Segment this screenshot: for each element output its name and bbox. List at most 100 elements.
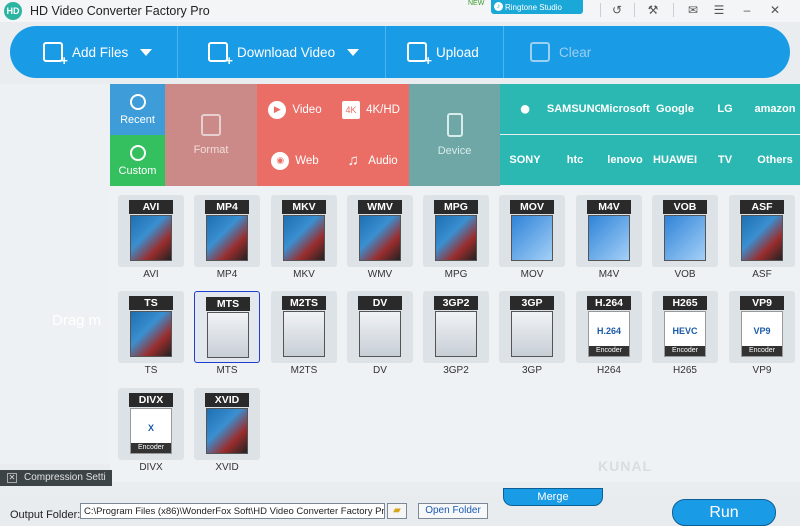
- compression-settings[interactable]: ✕ Compression Setti: [0, 470, 112, 486]
- chrome-icon: ◉: [271, 151, 290, 170]
- close-icon[interactable]: ✕: [766, 2, 784, 18]
- tab-recent[interactable]: Recent: [110, 84, 165, 135]
- format-thumbnail-icon: H.264 Encoder: [588, 311, 630, 357]
- merge-label: Merge: [537, 491, 569, 503]
- format-tile-avi[interactable]: AVI: [118, 195, 184, 267]
- format-tile-3gp[interactable]: 3GP: [499, 291, 565, 363]
- brand-lenovo[interactable]: lenovo: [600, 135, 650, 185]
- chevron-down-icon[interactable]: [140, 48, 153, 56]
- format-tile-3gp2[interactable]: 3GP2: [423, 291, 489, 363]
- format-tag: MKV: [282, 200, 326, 214]
- format-tag: H.264: [587, 296, 631, 310]
- ringtone-icon: ♪: [494, 2, 503, 11]
- play-icon: ▶: [268, 100, 287, 119]
- format-label: 3GP2: [443, 365, 469, 376]
- format-thumbnail-icon: [588, 215, 630, 261]
- brand-tv[interactable]: TV: [700, 135, 750, 185]
- tools-icon[interactable]: ⚒: [644, 2, 662, 18]
- format-tile-divx[interactable]: DIVX X Encoder: [118, 388, 184, 460]
- format-tile-mov[interactable]: MOV: [499, 195, 565, 267]
- divider: [634, 3, 635, 17]
- run-button[interactable]: Run: [672, 499, 776, 526]
- format-tile-xvid[interactable]: XVID: [194, 388, 260, 460]
- format-label: VP9: [752, 365, 772, 376]
- chevron-down-icon[interactable]: [347, 48, 360, 56]
- format-label: H265: [673, 365, 697, 376]
- open-folder-button[interactable]: Open Folder: [418, 503, 488, 519]
- format-thumbnail-icon: [206, 408, 248, 454]
- format-tile-vob[interactable]: VOB: [652, 195, 718, 267]
- format-tile-h265[interactable]: H265 HEVC Encoder: [652, 291, 718, 363]
- format-tile-asf[interactable]: ASF: [729, 195, 795, 267]
- brand-microsoft[interactable]: Microsoft: [600, 84, 650, 134]
- close-icon[interactable]: ✕: [7, 473, 17, 483]
- format-tag: DIVX: [129, 393, 173, 407]
- menu-icon[interactable]: ☰: [710, 2, 728, 18]
- format-tile-m4v[interactable]: M4V: [576, 195, 642, 267]
- format-label: 3GP: [521, 365, 542, 376]
- format-label: DIVX: [139, 462, 163, 473]
- format-tile-vp9[interactable]: VP9 VP9 Encoder: [729, 291, 795, 363]
- upload-button[interactable]: Upload: [407, 26, 479, 78]
- brand-label: Microsoft: [600, 103, 650, 115]
- download-video-button[interactable]: Download Video: [208, 26, 360, 78]
- format-tile-m2ts[interactable]: M2TS: [271, 291, 337, 363]
- tab-audio[interactable]: ♫ Audio: [333, 135, 409, 186]
- app-logo: HD: [4, 2, 22, 20]
- format-label: DV: [373, 365, 387, 376]
- format-thumbnail-icon: [664, 215, 706, 261]
- format-label: XVID: [215, 462, 239, 473]
- tab-custom-label: Custom: [118, 164, 157, 177]
- tab-4khd[interactable]: 4K 4K/HD: [333, 84, 409, 135]
- encoder-label: Encoder: [742, 346, 782, 356]
- output-folder-input[interactable]: [80, 503, 385, 519]
- merge-button[interactable]: Merge: [503, 488, 603, 506]
- format-thumbnail-icon: [435, 215, 477, 261]
- format-tile-ts[interactable]: TS: [118, 291, 184, 363]
- brand-label: SAMSUNG: [546, 103, 604, 115]
- format-tile-wmv[interactable]: WMV: [347, 195, 413, 267]
- format-tag: ASF: [740, 200, 784, 214]
- upload-icon: [407, 42, 432, 68]
- folder-icon: ▰: [393, 505, 401, 516]
- add-files-label: Add Files: [72, 44, 129, 60]
- format-tag: MOV: [510, 200, 554, 214]
- brand-lg[interactable]: LG: [700, 84, 750, 134]
- tab-web[interactable]: ◉ Web: [257, 135, 333, 186]
- format-tile-mkv[interactable]: MKV: [271, 195, 337, 267]
- brand-others[interactable]: Others: [750, 135, 800, 185]
- format-tag: MP4: [205, 200, 249, 214]
- brand-google[interactable]: Google: [650, 84, 700, 134]
- ringtone-studio-button[interactable]: ♪ Ringtone Studio: [491, 0, 583, 14]
- format-tile-dv[interactable]: DV: [347, 291, 413, 363]
- format-grid: AVI AVI MP4 MP4 MKV MKV WMV WMV MPG MPG MOV MOV M4V M…: [110, 186, 800, 482]
- add-files-button[interactable]: Add Files: [43, 26, 153, 78]
- format-tag: WMV: [358, 200, 402, 214]
- format-tile-mp4[interactable]: MP4: [194, 195, 260, 267]
- feedback-icon[interactable]: ✉: [684, 2, 702, 18]
- brand-sony[interactable]: SONY: [500, 135, 550, 185]
- clear-label: Clear: [559, 44, 592, 60]
- divider: [600, 3, 601, 17]
- format-tile-h264[interactable]: H.264 H.264 Encoder: [576, 291, 642, 363]
- divider: [385, 26, 386, 78]
- tab-device[interactable]: Device: [409, 84, 500, 186]
- format-tile-mts[interactable]: MTS: [194, 291, 260, 363]
- tab-custom[interactable]: Custom: [110, 135, 165, 186]
- tab-video[interactable]: ▶ Video: [257, 84, 333, 135]
- format-tile-mpg[interactable]: MPG: [423, 195, 489, 267]
- format-tag: M2TS: [282, 296, 326, 310]
- undo-icon[interactable]: ↺: [608, 2, 626, 18]
- brand-samsung[interactable]: SAMSUNG: [546, 84, 604, 134]
- brand-apple[interactable]: ●: [500, 84, 550, 134]
- browse-folder-button[interactable]: ▰: [387, 503, 407, 519]
- clear-button[interactable]: Clear: [530, 26, 591, 78]
- drag-hint: Drag m: [52, 312, 102, 329]
- tab-format[interactable]: Format: [165, 84, 257, 186]
- brand-amazon[interactable]: amazon: [750, 84, 800, 134]
- minimize-icon[interactable]: –: [738, 2, 756, 18]
- format-label: AVI: [143, 269, 159, 280]
- brand-huawei[interactable]: HUAWEI: [650, 135, 700, 185]
- brand-htc[interactable]: htc: [550, 135, 600, 185]
- format-tag: XVID: [205, 393, 249, 407]
